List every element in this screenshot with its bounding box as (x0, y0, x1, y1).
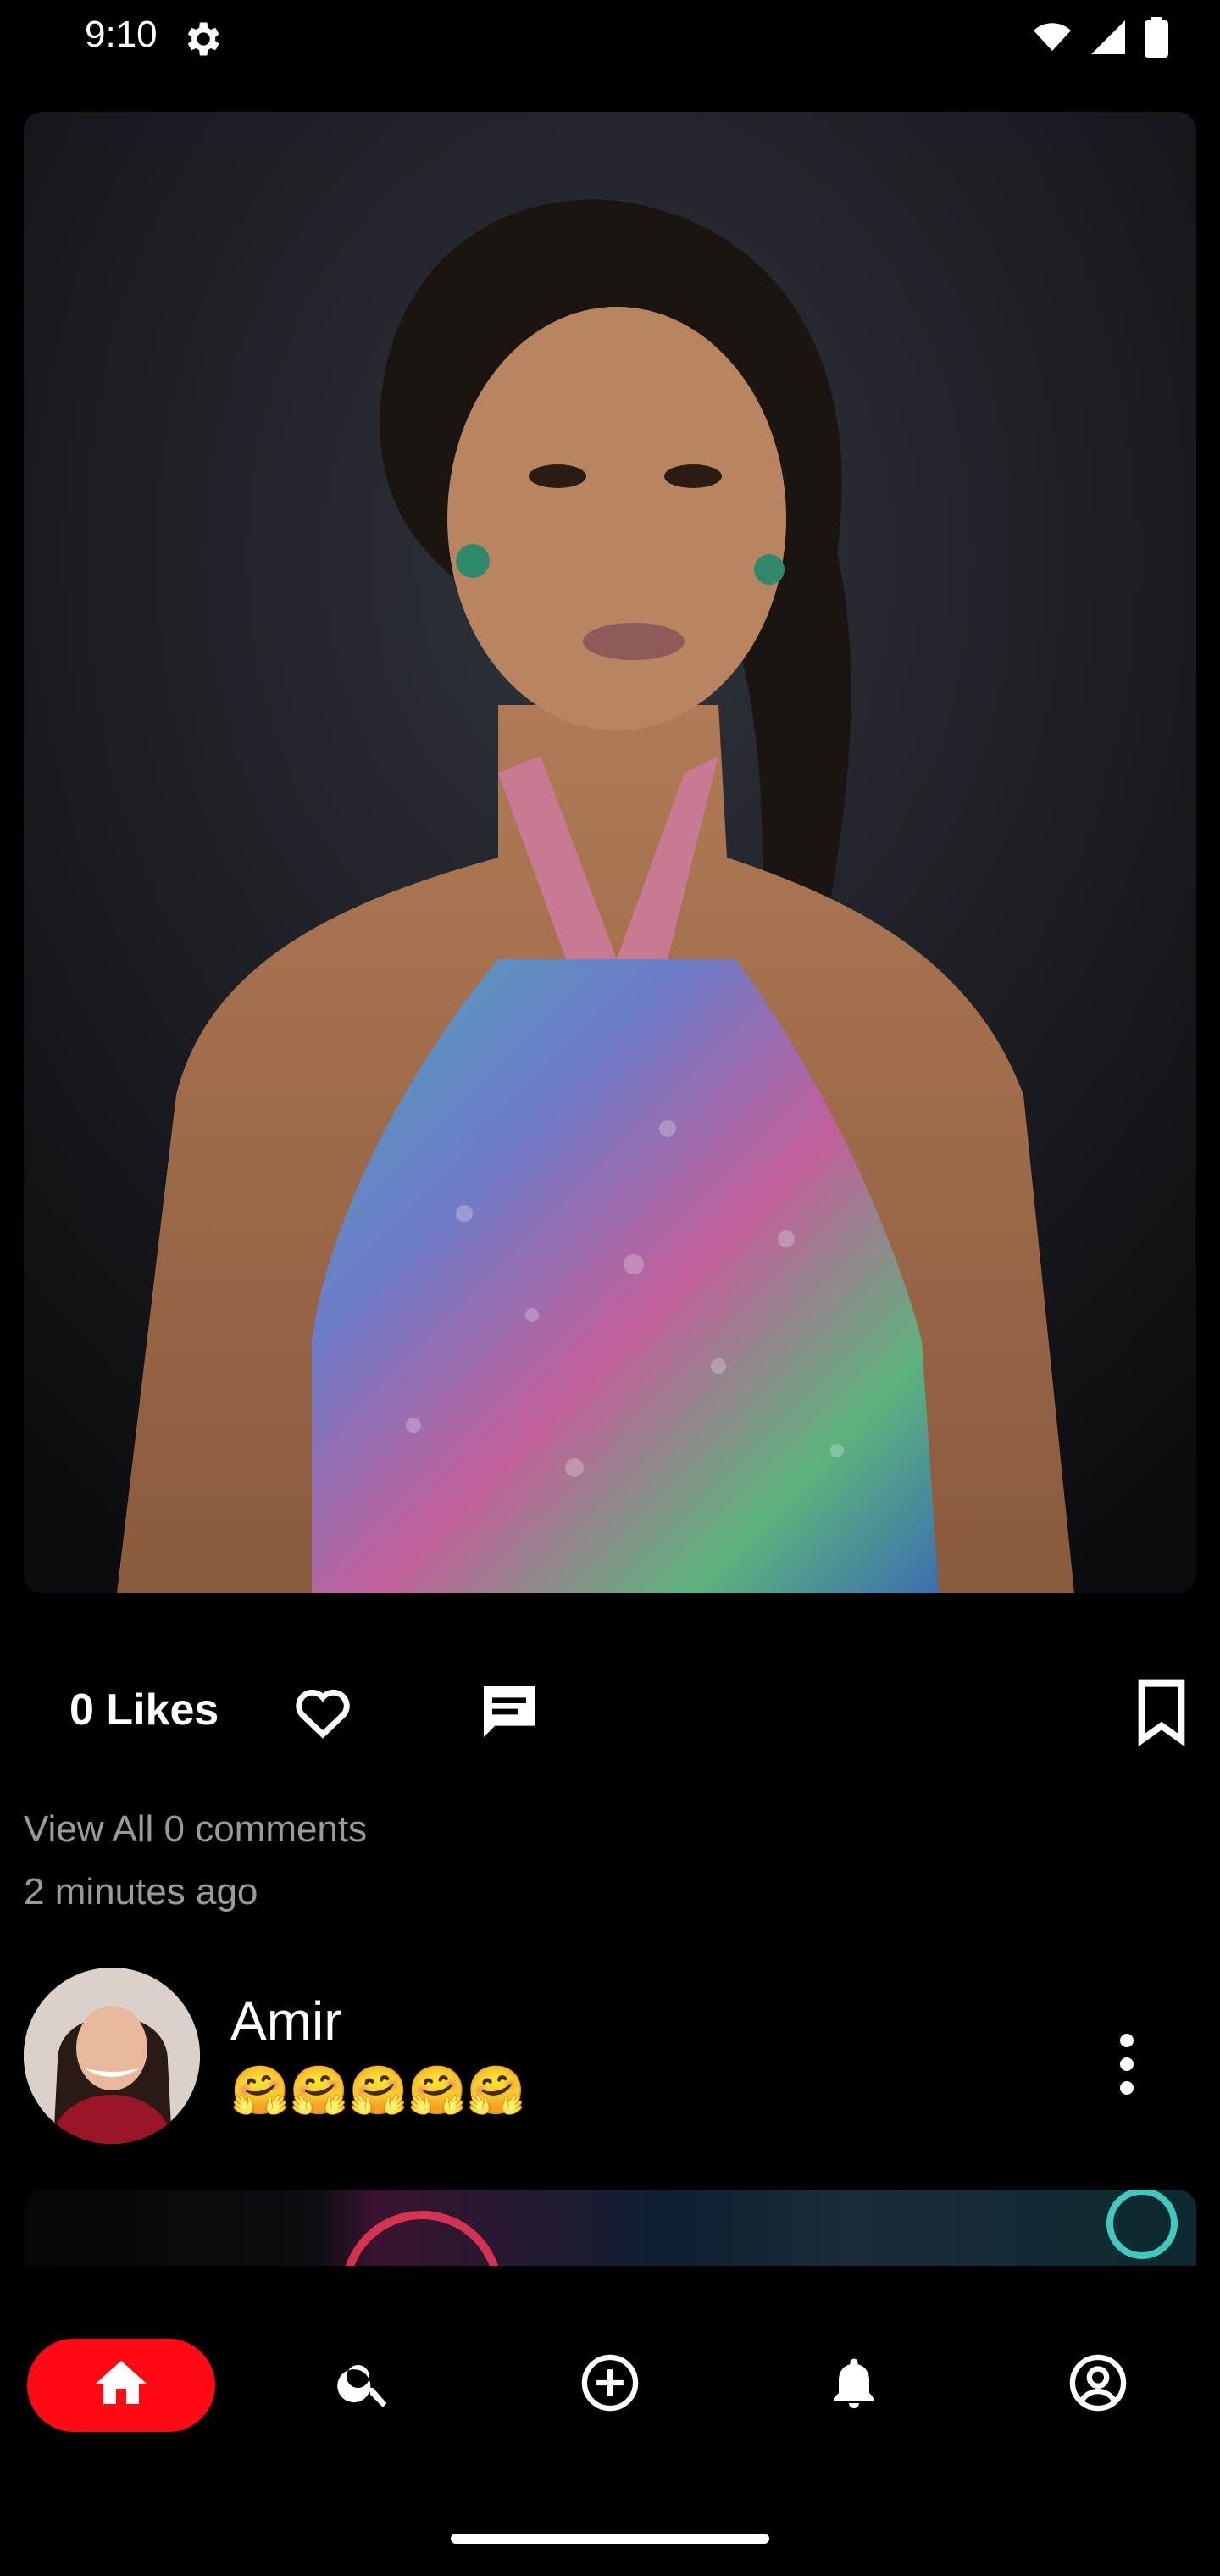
bookmark-icon[interactable] (1132, 1678, 1191, 1747)
next-post-image[interactable] (24, 2190, 1196, 2266)
nav-add-post[interactable] (568, 2325, 652, 2444)
bell-icon (824, 2352, 884, 2418)
post-image[interactable] (24, 112, 1196, 1593)
author-name[interactable]: Amir (230, 1990, 342, 2052)
post-photo (24, 112, 1196, 1593)
add-circle-icon (578, 2351, 642, 2419)
avatar[interactable] (24, 1968, 200, 2144)
more-options-icon[interactable] (1101, 2030, 1152, 2098)
battery-icon (1144, 16, 1169, 62)
nav-notifications[interactable] (812, 2325, 896, 2444)
next-post-photo (345, 2190, 1178, 2266)
post-actions: 0 Likes (0, 1661, 1220, 1763)
nav-profile[interactable] (1056, 2325, 1140, 2444)
like-heart-icon[interactable] (288, 1679, 358, 1744)
account-circle-icon (1066, 2351, 1130, 2419)
settings-gear-icon (180, 17, 224, 61)
nav-home[interactable] (27, 2339, 215, 2432)
status-bar: 9:10 (0, 0, 1220, 76)
home-icon (91, 2353, 152, 2418)
nav-search[interactable] (322, 2325, 407, 2444)
likes-count[interactable]: 0 Likes (69, 1685, 219, 1735)
post-timestamp: 2 minutes ago (24, 1871, 258, 1913)
cell-signal-icon (1088, 17, 1128, 62)
bottom-nav (0, 2325, 1220, 2444)
status-time: 9:10 (85, 14, 158, 55)
search-icon (334, 2352, 395, 2418)
author-row: Amir 🤗🤗🤗🤗🤗 (0, 1968, 1220, 2146)
status-icons (1032, 16, 1169, 62)
comment-icon[interactable] (474, 1678, 544, 1746)
wifi-icon (1032, 17, 1073, 62)
home-indicator[interactable] (451, 2534, 769, 2544)
post-caption: 🤗🤗🤗🤗🤗 (230, 2063, 526, 2117)
view-all-comments-link[interactable]: View All 0 comments (24, 1808, 367, 1851)
